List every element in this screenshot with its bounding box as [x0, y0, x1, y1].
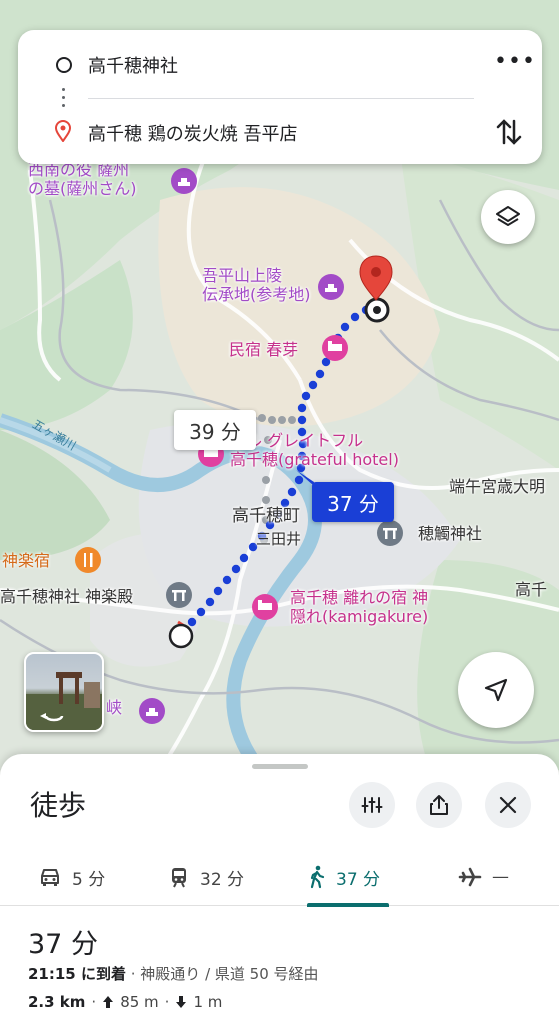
ascent-value: 85 m [120, 993, 159, 1011]
restaurant-icon[interactable] [75, 547, 101, 573]
hotel-icon[interactable] [252, 594, 278, 620]
separator: · [164, 993, 170, 1011]
hotel-icon[interactable] [322, 335, 348, 361]
mode-title: 徒歩 [30, 789, 87, 822]
map-label-town: 高千穂町 [232, 506, 300, 526]
travel-mode-tabs: 5 分 32 分 37 分 — [0, 849, 559, 906]
map-label-mitai: 三田井 [256, 530, 302, 548]
street-view-image [26, 672, 102, 730]
tab-walk-label: 37 分 [336, 869, 381, 890]
tab-drive[interactable]: 5 分 [38, 849, 105, 905]
origin-marker[interactable] [168, 623, 194, 649]
swap-icon[interactable] [494, 115, 524, 149]
bottom-sheet: 徒歩 5 分 32 分 37 分 — 37 分 21:15 に到着 · 神殿通り… [0, 754, 559, 1024]
tab-flight-label: — [492, 867, 509, 887]
share-icon [430, 795, 448, 815]
close-button[interactable] [485, 782, 531, 828]
route-distance: 2.3 km [28, 993, 86, 1011]
tab-transit[interactable]: 32 分 [168, 849, 244, 905]
more-options-icon[interactable]: ••• [494, 50, 535, 80]
tab-flight[interactable]: — [458, 849, 509, 905]
my-location-button[interactable] [458, 652, 534, 728]
map-label-kamigakure[interactable]: 高千穂 離れの宿 神 隠れ(kamigakure) [290, 588, 428, 626]
route-chip-pointer [296, 470, 314, 486]
tab-walk[interactable]: 37 分 [308, 849, 380, 905]
filter-sliders-icon [361, 797, 383, 813]
map-label-satsuma-grave[interactable]: 西南の役 薩州 の墓(薩州さん) [28, 160, 137, 198]
layers-button[interactable] [481, 190, 535, 244]
map-label-hashigo: 端午宮歳大明 [449, 477, 546, 496]
route-time-chip[interactable]: 37 分 [312, 482, 394, 522]
origin-field[interactable]: 高千穂神社 [88, 52, 178, 78]
plane-icon [458, 867, 482, 887]
route-stats: 2.3 km · 85 m · 1 m [28, 993, 222, 1011]
route-summary: 21:15 に到着 · 神殿通り / 県道 50 号経由 [28, 963, 319, 984]
landmark-icon[interactable] [139, 698, 165, 724]
arrival-time: 21:15 に到着 [28, 965, 126, 983]
ascent-arrow-icon [103, 996, 114, 1008]
active-tab-indicator [307, 903, 389, 907]
tab-transit-label: 32 分 [200, 869, 245, 890]
map-label-ahira-ryo[interactable]: 吾平山上陵 伝承地(参考地) [202, 266, 311, 304]
route-duration: 37 分 [28, 929, 98, 960]
map-label-kagura-inn[interactable]: 神楽宿 [2, 551, 50, 570]
share-button[interactable] [416, 782, 462, 828]
map-label-gorge[interactable]: 峡 [106, 698, 122, 717]
landmark-icon[interactable] [318, 274, 344, 300]
map-label-minshuku[interactable]: 民宿 春芽 [229, 340, 298, 359]
walk-icon [310, 865, 325, 889]
tab-drive-label: 5 分 [72, 869, 106, 890]
route-via: · 神殿通り / 県道 50 号経由 [130, 965, 319, 983]
separator: · [91, 993, 97, 1011]
divider [88, 98, 474, 99]
shrine-icon[interactable] [377, 520, 403, 546]
map-label-kagura-den[interactable]: 高千穂神社 神楽殿 [0, 587, 133, 606]
drag-handle[interactable] [252, 764, 308, 769]
layers-icon [496, 206, 520, 226]
close-icon [499, 796, 517, 814]
origin-circle-icon [56, 57, 72, 73]
car-icon [41, 869, 59, 886]
map-label-hodai-shrine[interactable]: 穂觸神社 [418, 524, 482, 543]
street-view-thumbnail[interactable] [24, 652, 104, 732]
landmark-icon[interactable] [171, 168, 197, 194]
destination-field[interactable]: 高千穂 鶏の炭火焼 吾平店 [88, 120, 297, 146]
connector-dots-icon [62, 88, 65, 112]
route-options-button[interactable] [349, 782, 395, 828]
navigation-arrow-icon [484, 678, 508, 702]
shrine-icon[interactable] [166, 582, 192, 608]
map-label-takachiho: 高千 [515, 580, 548, 599]
destination-pin-small-icon [55, 120, 71, 142]
descent-value: 1 m [193, 993, 223, 1011]
directions-card: 高千穂神社 高千穂 鶏の炭火焼 吾平店 ••• [18, 30, 542, 164]
descent-arrow-icon [176, 996, 187, 1008]
train-icon [172, 868, 186, 888]
alt-route-time-chip[interactable]: 39 分 [174, 410, 256, 450]
